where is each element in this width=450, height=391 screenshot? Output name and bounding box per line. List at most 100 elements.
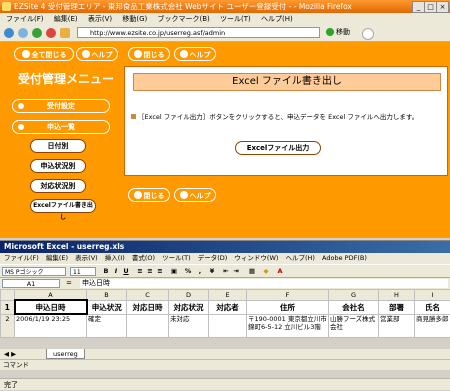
align-left-icon[interactable]: ≡	[136, 267, 144, 275]
font-color-icon[interactable]: A	[276, 267, 284, 275]
column-header[interactable]: A	[15, 290, 87, 301]
menu-bookmarks[interactable]: ブックマーク(B)	[157, 15, 209, 23]
cell[interactable]: 申込日時	[15, 300, 87, 314]
function-icon[interactable]: =	[66, 278, 72, 289]
stop-icon[interactable]	[46, 28, 56, 38]
font-name-select[interactable]: MS Pゴシック	[2, 267, 66, 276]
xl-menu-insert[interactable]: 挿入(I)	[105, 254, 125, 262]
percent-icon[interactable]: %	[184, 267, 192, 275]
menu-tools[interactable]: ツール(T)	[220, 15, 251, 23]
menu-file[interactable]: ファイル(F)	[6, 15, 44, 23]
column-header[interactable]: G	[329, 290, 379, 301]
table-row: 2 2006/1/19 23:25 確定 未対応 〒190-0001 東京都立川…	[1, 314, 450, 338]
row-header[interactable]: 1	[1, 300, 15, 314]
back-icon[interactable]	[4, 28, 14, 38]
sidebar-subitem-excel-export[interactable]: Excelファイル書き出し	[30, 199, 96, 213]
sidebar-subitem-by-response[interactable]: 対応状況別	[30, 179, 86, 193]
excel-export-button[interactable]: Excelファイル出力	[235, 141, 321, 155]
menu-help[interactable]: ヘルプ(H)	[261, 15, 293, 23]
sidebar-heading: 受付管理メニュー	[18, 70, 114, 87]
outdent-icon[interactable]: ⇥	[232, 267, 240, 275]
cell[interactable]: 申込状況	[87, 300, 127, 314]
close-button[interactable]: ×	[436, 1, 449, 13]
column-header[interactable]: H	[379, 290, 415, 301]
sheet-nav-icon[interactable]: ◀ ▶	[4, 349, 16, 359]
column-header[interactable]: E	[209, 290, 247, 301]
cell[interactable]: 氏名	[415, 300, 450, 314]
sidebar-subitem-by-date[interactable]: 日付別	[30, 139, 86, 153]
close-button-top[interactable]: 閉じる	[128, 47, 170, 61]
all-close-button[interactable]: 全て閉じる	[14, 47, 74, 61]
column-header[interactable]: B	[87, 290, 127, 301]
xl-menu-edit[interactable]: 編集(E)	[46, 254, 68, 262]
xl-menu-data[interactable]: データ(D)	[198, 254, 228, 262]
close-button-bottom[interactable]: 閉じる	[128, 188, 170, 202]
forward-icon[interactable]	[18, 28, 28, 38]
sheet-tab-userreg[interactable]: userreg	[46, 349, 85, 359]
sidebar-item-applications[interactable]: 申込一覧	[12, 120, 110, 134]
currency-icon[interactable]: ¥	[208, 267, 216, 275]
go-button[interactable]: 移動	[326, 27, 356, 38]
select-all-corner[interactable]	[1, 290, 15, 301]
column-header[interactable]: I	[415, 290, 450, 301]
cell[interactable]: 住所	[247, 300, 329, 314]
xl-menu-view[interactable]: 表示(V)	[75, 254, 98, 262]
column-header[interactable]: C	[127, 290, 169, 301]
cell[interactable]: 山勝フーズ株式会社	[329, 314, 379, 338]
home-icon[interactable]	[60, 28, 70, 38]
menu-go[interactable]: 移動(G)	[122, 15, 147, 23]
align-right-icon[interactable]: ≡	[156, 267, 164, 275]
sidebar-subitem-by-status[interactable]: 申込状況別	[30, 159, 86, 173]
menu-edit[interactable]: 編集(E)	[54, 15, 78, 23]
cell[interactable]: 確定	[87, 314, 127, 338]
cell[interactable]: 会社名	[329, 300, 379, 314]
reload-icon[interactable]	[32, 28, 42, 38]
cell[interactable]: 対応状況	[169, 300, 209, 314]
cell[interactable]	[209, 314, 247, 338]
cell[interactable]	[127, 314, 169, 338]
close-icon	[134, 191, 142, 199]
cell[interactable]: 対応者	[209, 300, 247, 314]
help-button-top[interactable]: ヘルプ	[174, 47, 216, 61]
name-box[interactable]: A1	[2, 279, 60, 288]
column-header[interactable]: D	[169, 290, 209, 301]
xl-menu-help[interactable]: ヘルプ(H)	[285, 254, 314, 262]
sidebar-item-label: 受付設定	[47, 102, 75, 110]
merge-icon[interactable]: ▣	[170, 267, 178, 275]
cell[interactable]: 対応日時	[127, 300, 169, 314]
excel-export-panel: Excel ファイル書き出し ［Excel ファイル出力］ボタンをクリックすると…	[124, 66, 448, 176]
sidebar-item-settings[interactable]: 受付設定	[12, 99, 110, 113]
align-center-icon[interactable]: ≡	[146, 267, 154, 275]
firefox-title-bar: EZSite 4 受付管理エリア - 東邦食品工業株式会社 Webサイト ユーザ…	[0, 0, 450, 13]
address-bar[interactable]: http://www.ezsite.co.jp/userreg.asf/admi…	[77, 27, 320, 38]
close-all-icon	[22, 50, 30, 58]
comma-icon[interactable]: ,	[196, 267, 204, 275]
xl-menu-format[interactable]: 書式(O)	[132, 254, 155, 262]
font-size-select[interactable]: 11	[70, 267, 96, 276]
underline-icon[interactable]: U	[122, 267, 130, 275]
indent-icon[interactable]: ⇤	[222, 267, 230, 275]
formula-input[interactable]: 申込日時	[80, 279, 448, 288]
cell[interactable]: 営業部	[379, 314, 415, 338]
row-header[interactable]: 2	[1, 314, 15, 338]
xl-menu-adobe-pdf[interactable]: Adobe PDF(B)	[322, 254, 367, 262]
xl-menu-window[interactable]: ウィンドウ(W)	[234, 254, 278, 262]
cell[interactable]: 〒190-0001 東京都立川市錦町6-5-12 立川ビル3階	[247, 314, 329, 338]
close-icon	[134, 50, 142, 58]
italic-icon[interactable]: I	[112, 267, 120, 275]
bold-icon[interactable]: B	[102, 267, 110, 275]
cell[interactable]: 商見勝多郎	[415, 314, 450, 338]
xl-menu-file[interactable]: ファイル(F)	[4, 254, 39, 262]
search-icon[interactable]	[362, 28, 374, 40]
xl-menu-tools[interactable]: ツール(T)	[162, 254, 191, 262]
fill-color-icon[interactable]: ◆	[262, 267, 270, 275]
formula-bar: A1 = 申込日時	[0, 277, 450, 289]
cell[interactable]: 未対応	[169, 314, 209, 338]
column-header[interactable]: F	[247, 290, 329, 301]
cell[interactable]: 2006/1/19 23:25	[15, 314, 87, 338]
help-button-bottom[interactable]: ヘルプ	[174, 188, 216, 202]
cell[interactable]: 部署	[379, 300, 415, 314]
borders-icon[interactable]: ▦	[248, 267, 256, 275]
menu-view[interactable]: 表示(V)	[88, 15, 112, 23]
help-button-left[interactable]: ヘルプ	[76, 47, 118, 61]
